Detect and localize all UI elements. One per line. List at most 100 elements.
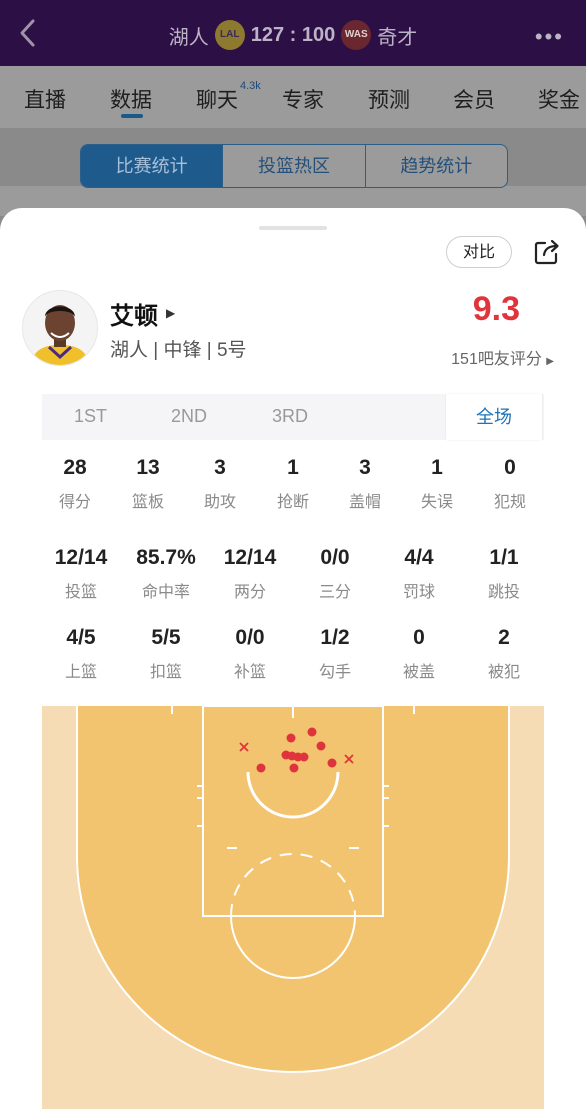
stat-2pt: 12/14 两分: [215, 546, 285, 602]
sheet-drag-handle[interactable]: [259, 226, 327, 230]
stat-value: 3: [359, 456, 371, 479]
three-point-area: [77, 706, 509, 1072]
compare-button[interactable]: 对比: [446, 236, 512, 268]
chevron-right-icon: ▶: [546, 356, 554, 367]
stat-value: 1/1: [489, 546, 519, 569]
game-header: 湖人 LAL 127 : 100 WAS 奇才 •••: [0, 0, 586, 66]
subtab-trends[interactable]: 趋势统计: [366, 145, 507, 187]
stat-value: 13: [136, 456, 160, 479]
made-shot: [307, 727, 317, 737]
home-team-logo: LAL: [214, 20, 245, 50]
more-icon[interactable]: •••: [535, 24, 564, 50]
period-tab-2nd[interactable]: 2ND: [171, 406, 207, 427]
stat-value: 4/5: [66, 626, 96, 649]
player-rating: 9.3: [472, 290, 520, 328]
stat-label: 罚球: [402, 584, 435, 601]
stat-tipin: 0/0 补篮: [215, 626, 285, 682]
stat-label: 命中率: [141, 584, 190, 601]
stat-value: 5/5: [151, 626, 181, 649]
stat-value: 1/2: [320, 626, 350, 649]
stat-rebounds: 13 篮板: [123, 456, 173, 512]
away-team-logo: WAS: [341, 20, 372, 50]
player-detail-sheet: 对比 艾顿 ▶ 湖人 | 中锋 | 5号 9.3 151吧友评分 ▶ 1ST 2…: [0, 208, 586, 1109]
rating-count-link[interactable]: 151吧友评分 ▶: [451, 345, 554, 369]
stat-blocks: 3 盖帽: [340, 456, 390, 512]
made-shot: [327, 758, 337, 768]
stat-label: 抢断: [276, 494, 309, 511]
stat-label: 犯规: [493, 494, 526, 511]
subtab-game-stats[interactable]: 比赛统计: [81, 145, 224, 187]
tab-chat-label: 聊天: [196, 89, 238, 112]
period-tab-full-game[interactable]: 全场: [446, 394, 542, 440]
stat-layup: 4/5 上篮: [46, 626, 116, 682]
tab-data[interactable]: 数据: [110, 66, 152, 114]
tab-predict[interactable]: 预测: [368, 66, 410, 114]
stat-fg: 12/14 投篮: [46, 546, 116, 602]
made-shot: [286, 733, 296, 743]
stat-value: 85.7%: [136, 546, 196, 569]
stat-dunk: 5/5 扣篮: [131, 626, 201, 682]
rating-count-label: 151吧友评分: [451, 351, 542, 368]
subtab-shot-zones[interactable]: 投篮热区: [223, 145, 366, 187]
stat-assists: 3 助攻: [195, 456, 245, 512]
stat-label: 三分: [318, 584, 351, 601]
stat-fouls: 0 犯规: [485, 456, 535, 512]
tab-member[interactable]: 会员: [453, 66, 495, 114]
stat-value: 12/14: [223, 546, 277, 569]
away-team-name: 奇才: [377, 26, 418, 49]
stat-fg-pct: 85.7% 命中率: [126, 546, 206, 602]
stats-subtabs: 比赛统计 投篮热区 趋势统计: [80, 144, 508, 188]
court-diagram: [76, 706, 510, 1073]
stat-label: 投篮: [64, 584, 97, 601]
score-bar: 湖人 LAL 127 : 100 WAS 奇才: [0, 20, 586, 50]
stat-label: 扣篮: [149, 664, 182, 681]
period-tab-3rd[interactable]: 3RD: [272, 406, 308, 427]
stat-value: 0/0: [320, 546, 350, 569]
stat-value: 0: [504, 456, 516, 479]
stat-3pt: 0/0 三分: [300, 546, 370, 602]
player-photo-icon: [23, 291, 97, 365]
share-icon[interactable]: [533, 238, 561, 266]
stat-value: 12/14: [54, 546, 108, 569]
player-avatar[interactable]: [22, 290, 98, 366]
shot-chart: [42, 706, 544, 1109]
chevron-right-icon[interactable]: ▶: [166, 306, 175, 320]
stat-value: 0/0: [235, 626, 265, 649]
main-nav: 直播 数据 聊天 4.3k 专家 预测 会员 奖金: [0, 66, 586, 128]
tab-live[interactable]: 直播: [24, 66, 66, 114]
stat-label: 跳投: [487, 584, 520, 601]
stat-value: 0: [413, 626, 425, 649]
stat-value: 2: [498, 626, 510, 649]
period-tabs: 1ST 2ND 3RD 全场: [42, 394, 544, 440]
stat-turnovers: 1 失误: [412, 456, 462, 512]
made-shot: [289, 763, 299, 773]
stat-label: 助攻: [203, 494, 236, 511]
tab-bonus[interactable]: 奖金: [538, 66, 580, 114]
made-shot: [256, 763, 266, 773]
made-shot: [316, 741, 326, 751]
stat-value: 3: [214, 456, 226, 479]
stat-hook: 1/2 勾手: [300, 626, 370, 682]
active-tab-indicator: [121, 114, 143, 118]
tab-chat[interactable]: 聊天 4.3k: [196, 66, 261, 114]
stat-label: 盖帽: [348, 494, 381, 511]
chat-count-badge: 4.3k: [240, 80, 261, 92]
player-name[interactable]: 艾顿: [110, 296, 158, 331]
game-score: 127 : 100: [250, 23, 336, 46]
tab-experts[interactable]: 专家: [282, 66, 324, 114]
stat-ft: 4/4 罚球: [384, 546, 454, 602]
stat-value: 1: [431, 456, 443, 479]
stat-label: 勾手: [318, 664, 351, 681]
stat-label: 上篮: [64, 664, 97, 681]
stat-value: 28: [63, 456, 87, 479]
stat-label: 补篮: [233, 664, 266, 681]
stat-label: 被犯: [487, 664, 520, 681]
period-tab-1st[interactable]: 1ST: [74, 406, 107, 427]
stat-label: 被盖: [402, 664, 435, 681]
stat-label: 篮板: [131, 494, 164, 511]
stat-jumpshot: 1/1 跳投: [469, 546, 539, 602]
stat-label: 得分: [58, 494, 91, 511]
stat-blocked: 0 被盖: [384, 626, 454, 682]
stat-steals: 1 抢断: [268, 456, 318, 512]
stat-value: 1: [287, 456, 299, 479]
